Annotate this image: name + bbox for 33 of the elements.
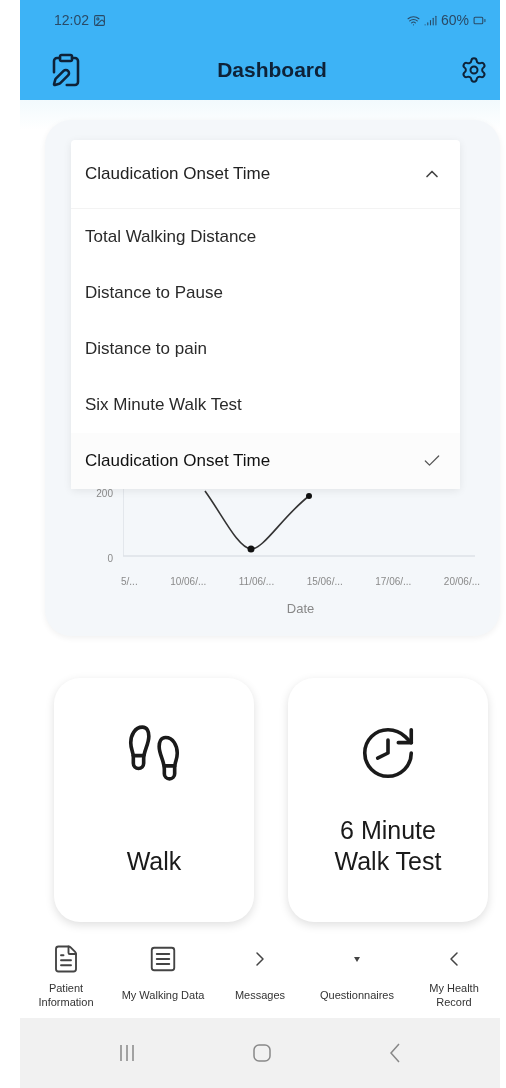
page-title: Dashboard	[217, 58, 327, 82]
nav-item[interactable]: My Health Record	[408, 942, 500, 1010]
y-tick-label: 0	[107, 553, 113, 564]
nav-item[interactable]: My Walking Data	[117, 942, 209, 1010]
action-card[interactable]: Walk	[54, 678, 254, 922]
notes-icon	[148, 944, 178, 974]
dropdown-option[interactable]: Total Walking Distance	[71, 209, 460, 265]
nav-item[interactable]: Questionnaires	[311, 942, 403, 1010]
signal-icon	[423, 13, 437, 27]
back-icon[interactable]	[389, 1043, 401, 1063]
wifi-icon	[406, 13, 420, 27]
image-icon	[93, 13, 107, 27]
recent-apps-icon[interactable]	[119, 1044, 135, 1062]
settings-icon[interactable]	[460, 56, 488, 84]
x-tick-label: 11/06/...	[238, 576, 275, 587]
x-tick-label: 5/...	[121, 576, 138, 587]
x-tick-label: 10/06/...	[170, 576, 207, 587]
nav-item[interactable]: Patient Information	[20, 942, 112, 1010]
x-tick-label: 20/06/...	[443, 576, 480, 587]
dropdown-option[interactable]: Distance to Pause	[71, 265, 460, 321]
x-axis-label: Date	[285, 601, 316, 616]
home-icon[interactable]	[253, 1044, 271, 1062]
dropdown-option[interactable]: Distance to pain	[71, 321, 460, 377]
x-tick-label: 17/06/...	[375, 576, 412, 587]
x-tick-label: 15/06/...	[306, 576, 343, 587]
nav-item[interactable]: Messages	[214, 942, 306, 1010]
battery-level: 60%	[440, 12, 469, 28]
dropdown-option[interactable]: Claudication Onset Time	[71, 433, 460, 489]
y-tick-label: 200	[96, 488, 113, 499]
triangle-icon	[354, 956, 360, 962]
action-card[interactable]: 6 Minute Walk Test	[288, 678, 488, 922]
dropdown-option[interactable]: Six Minute Walk Test	[71, 377, 460, 433]
status-time: 12:02	[54, 12, 90, 28]
